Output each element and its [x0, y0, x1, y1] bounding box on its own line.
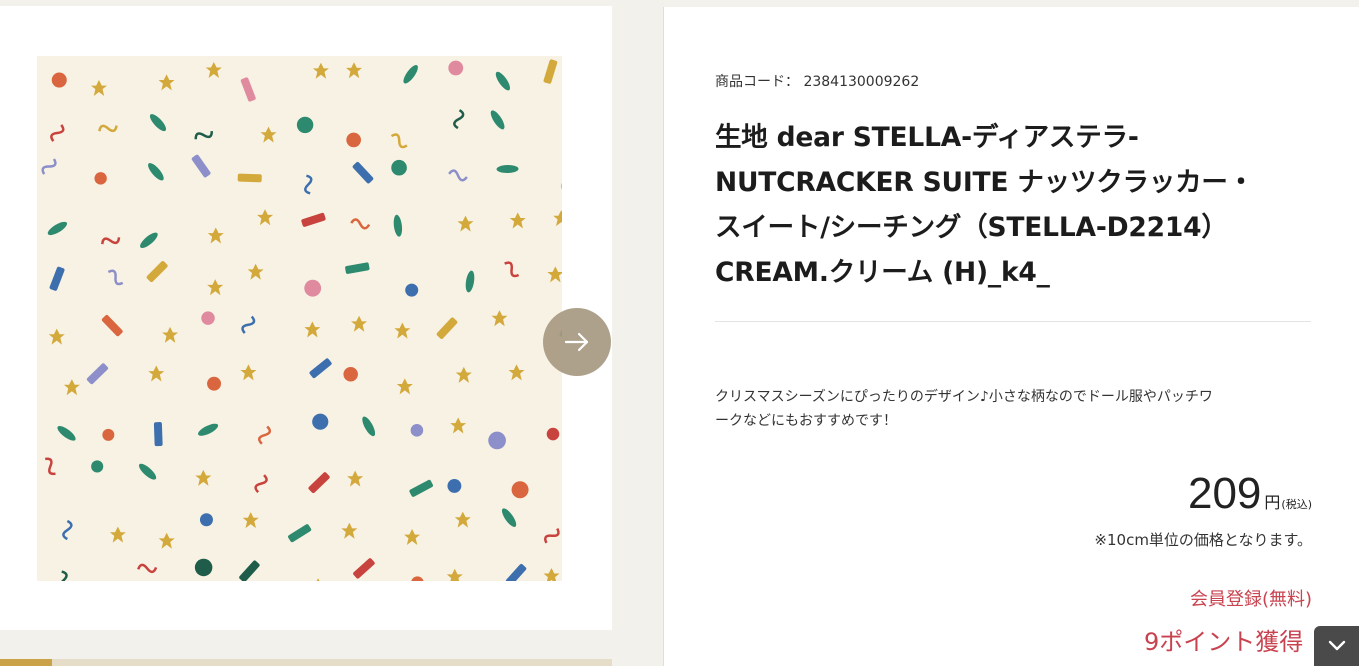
- product-title-line: CREAM.クリーム (H)_k4_: [715, 257, 1050, 288]
- description-line: ークなどにもおすすめです！: [715, 413, 897, 429]
- fabric-pattern-illustration: [37, 56, 562, 581]
- price-unit: 円: [1264, 493, 1281, 512]
- product-code-value: 2384130009262: [803, 74, 920, 90]
- description-line: クリスマスシーズンにぴったりのデザイン♪小さな柄なのでドール服やパッチワ: [715, 389, 1213, 405]
- product-title-line: 生地 dear STELLA-ディアステラ-: [715, 122, 1139, 153]
- product-image[interactable]: [37, 56, 562, 581]
- product-info-panel: 商品コード： 2384130009262 生地 dear STELLA-ディアス…: [663, 7, 1359, 666]
- product-image-card: [0, 6, 612, 630]
- chevron-down-icon: [1328, 640, 1345, 651]
- product-code: 商品コード： 2384130009262: [715, 71, 919, 91]
- product-title-line: スイート/シーチング（STELLA-D2214）: [715, 212, 1228, 243]
- price-unit-note: ※10cm単位の価格となります。: [1094, 531, 1312, 549]
- product-code-label: 商品コード：: [715, 74, 799, 90]
- thumbnail-active[interactable]: [0, 659, 52, 666]
- price: 209 円 (税込): [1188, 469, 1312, 519]
- points-earned: 9ポイント獲得: [1144, 628, 1304, 656]
- next-image-button[interactable]: [543, 308, 611, 376]
- price-value: 209: [1187, 469, 1262, 518]
- divider: [715, 321, 1311, 322]
- product-title: 生地 dear STELLA-ディアステラ- NUTCRACKER SUITE …: [715, 115, 1315, 295]
- member-register-link[interactable]: 会員登録(無料): [1190, 585, 1312, 611]
- product-title-line: NUTCRACKER SUITE ナッツクラッカー・: [715, 167, 1255, 198]
- scroll-toggle-button[interactable]: [1314, 626, 1359, 666]
- arrow-right-icon: [564, 332, 589, 352]
- thumbnail-strip[interactable]: [0, 659, 612, 666]
- product-description: クリスマスシーズンにぴったりのデザイン♪小さな柄なのでドール服やパッチワ ークな…: [715, 385, 1315, 433]
- price-tax-note: (税込): [1281, 498, 1312, 511]
